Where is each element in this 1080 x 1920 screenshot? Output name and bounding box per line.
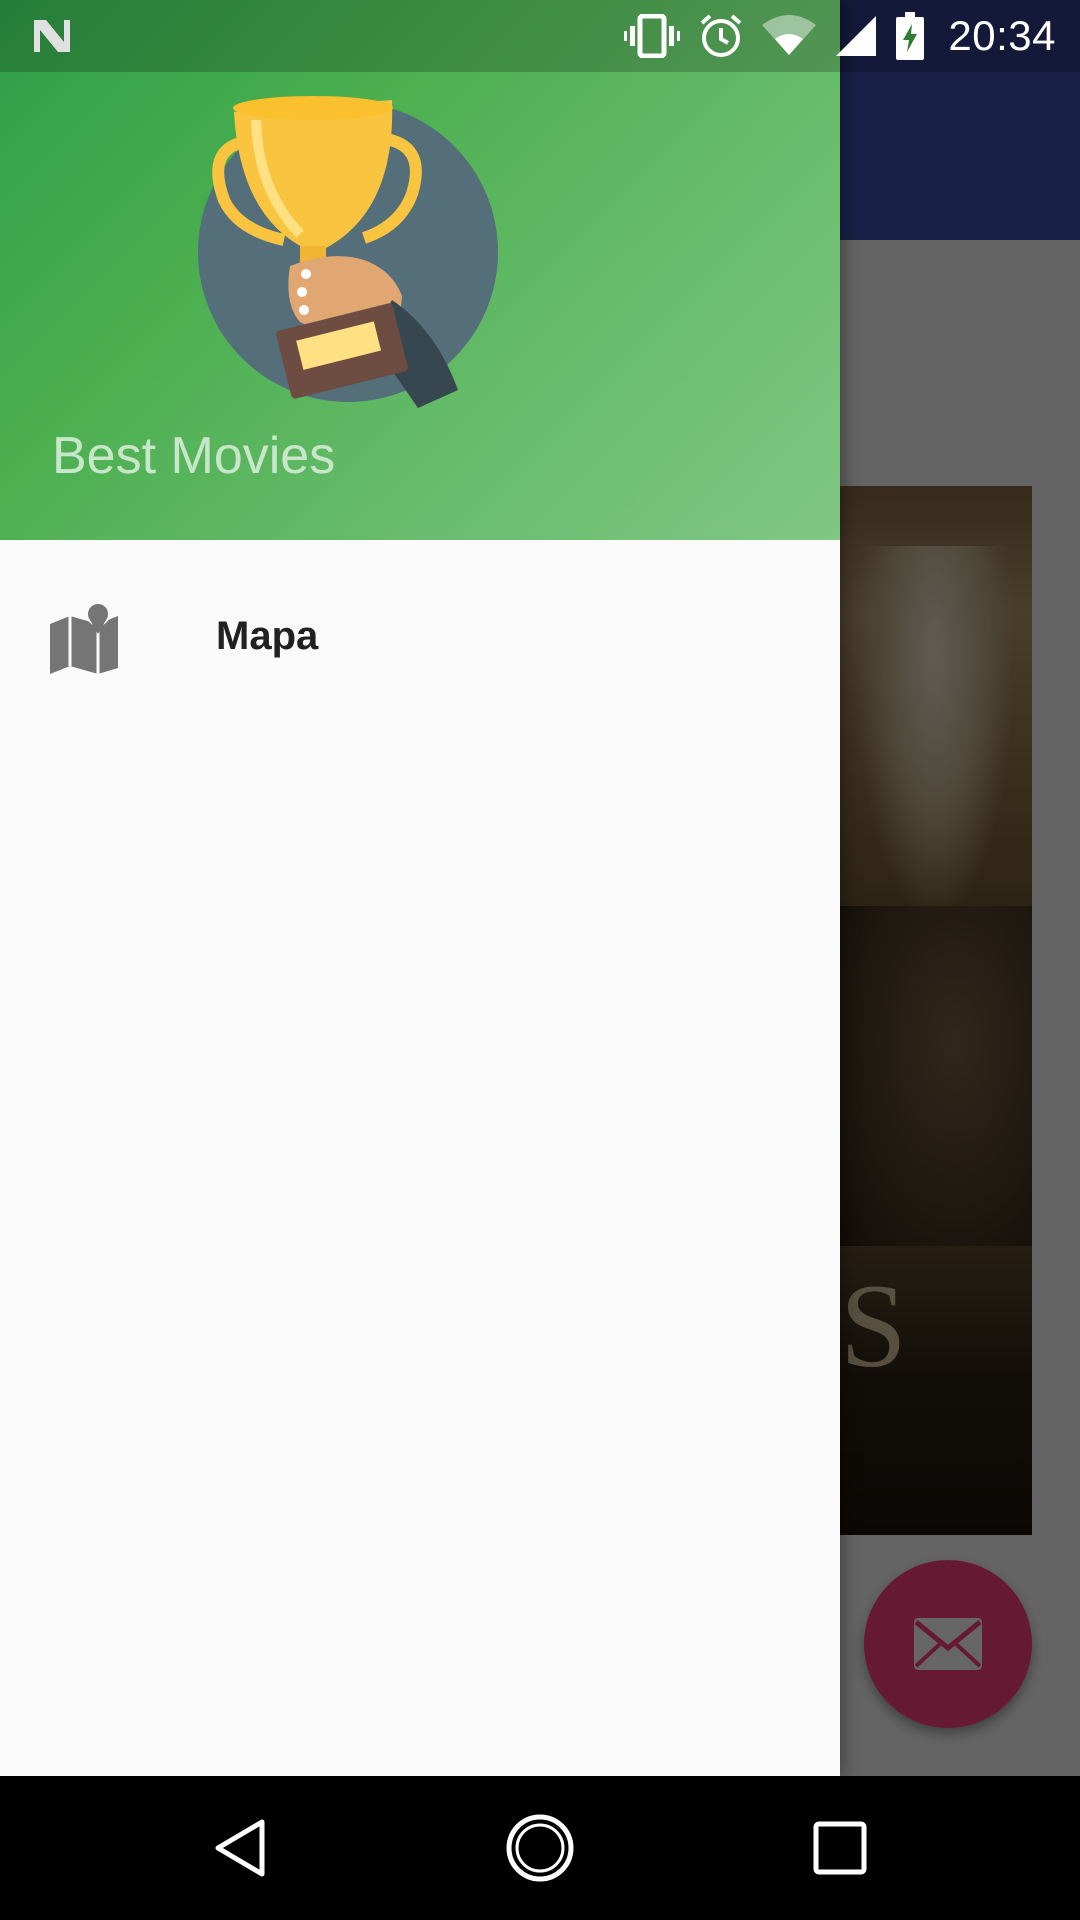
recents-button[interactable] xyxy=(804,1812,876,1884)
drawer-header: Best Movies xyxy=(0,0,840,540)
status-bar: 20:34 xyxy=(0,0,1080,72)
trophy-in-hand-icon xyxy=(198,96,498,408)
navigation-drawer: Best Movies Mapa xyxy=(0,0,840,1776)
back-button[interactable] xyxy=(204,1812,276,1884)
alarm-icon xyxy=(701,14,742,57)
notification-n-icon xyxy=(34,20,70,52)
drawer-header-title: Best Movies xyxy=(52,427,336,485)
menu-item-label: Mapa xyxy=(216,614,319,658)
system-navigation-bar xyxy=(0,1776,1080,1920)
vibrate-icon xyxy=(624,14,681,58)
home-button[interactable] xyxy=(504,1812,576,1884)
map-icon xyxy=(50,602,118,674)
wifi-icon xyxy=(762,15,817,55)
menu-item-mapa[interactable]: Mapa xyxy=(0,580,840,696)
signal-icon xyxy=(836,16,877,56)
back-icon xyxy=(215,1819,265,1877)
battery-charging-icon xyxy=(896,12,925,60)
recents-icon xyxy=(813,1821,867,1875)
home-icon xyxy=(506,1814,574,1882)
status-clock: 20:34 xyxy=(948,12,1056,59)
